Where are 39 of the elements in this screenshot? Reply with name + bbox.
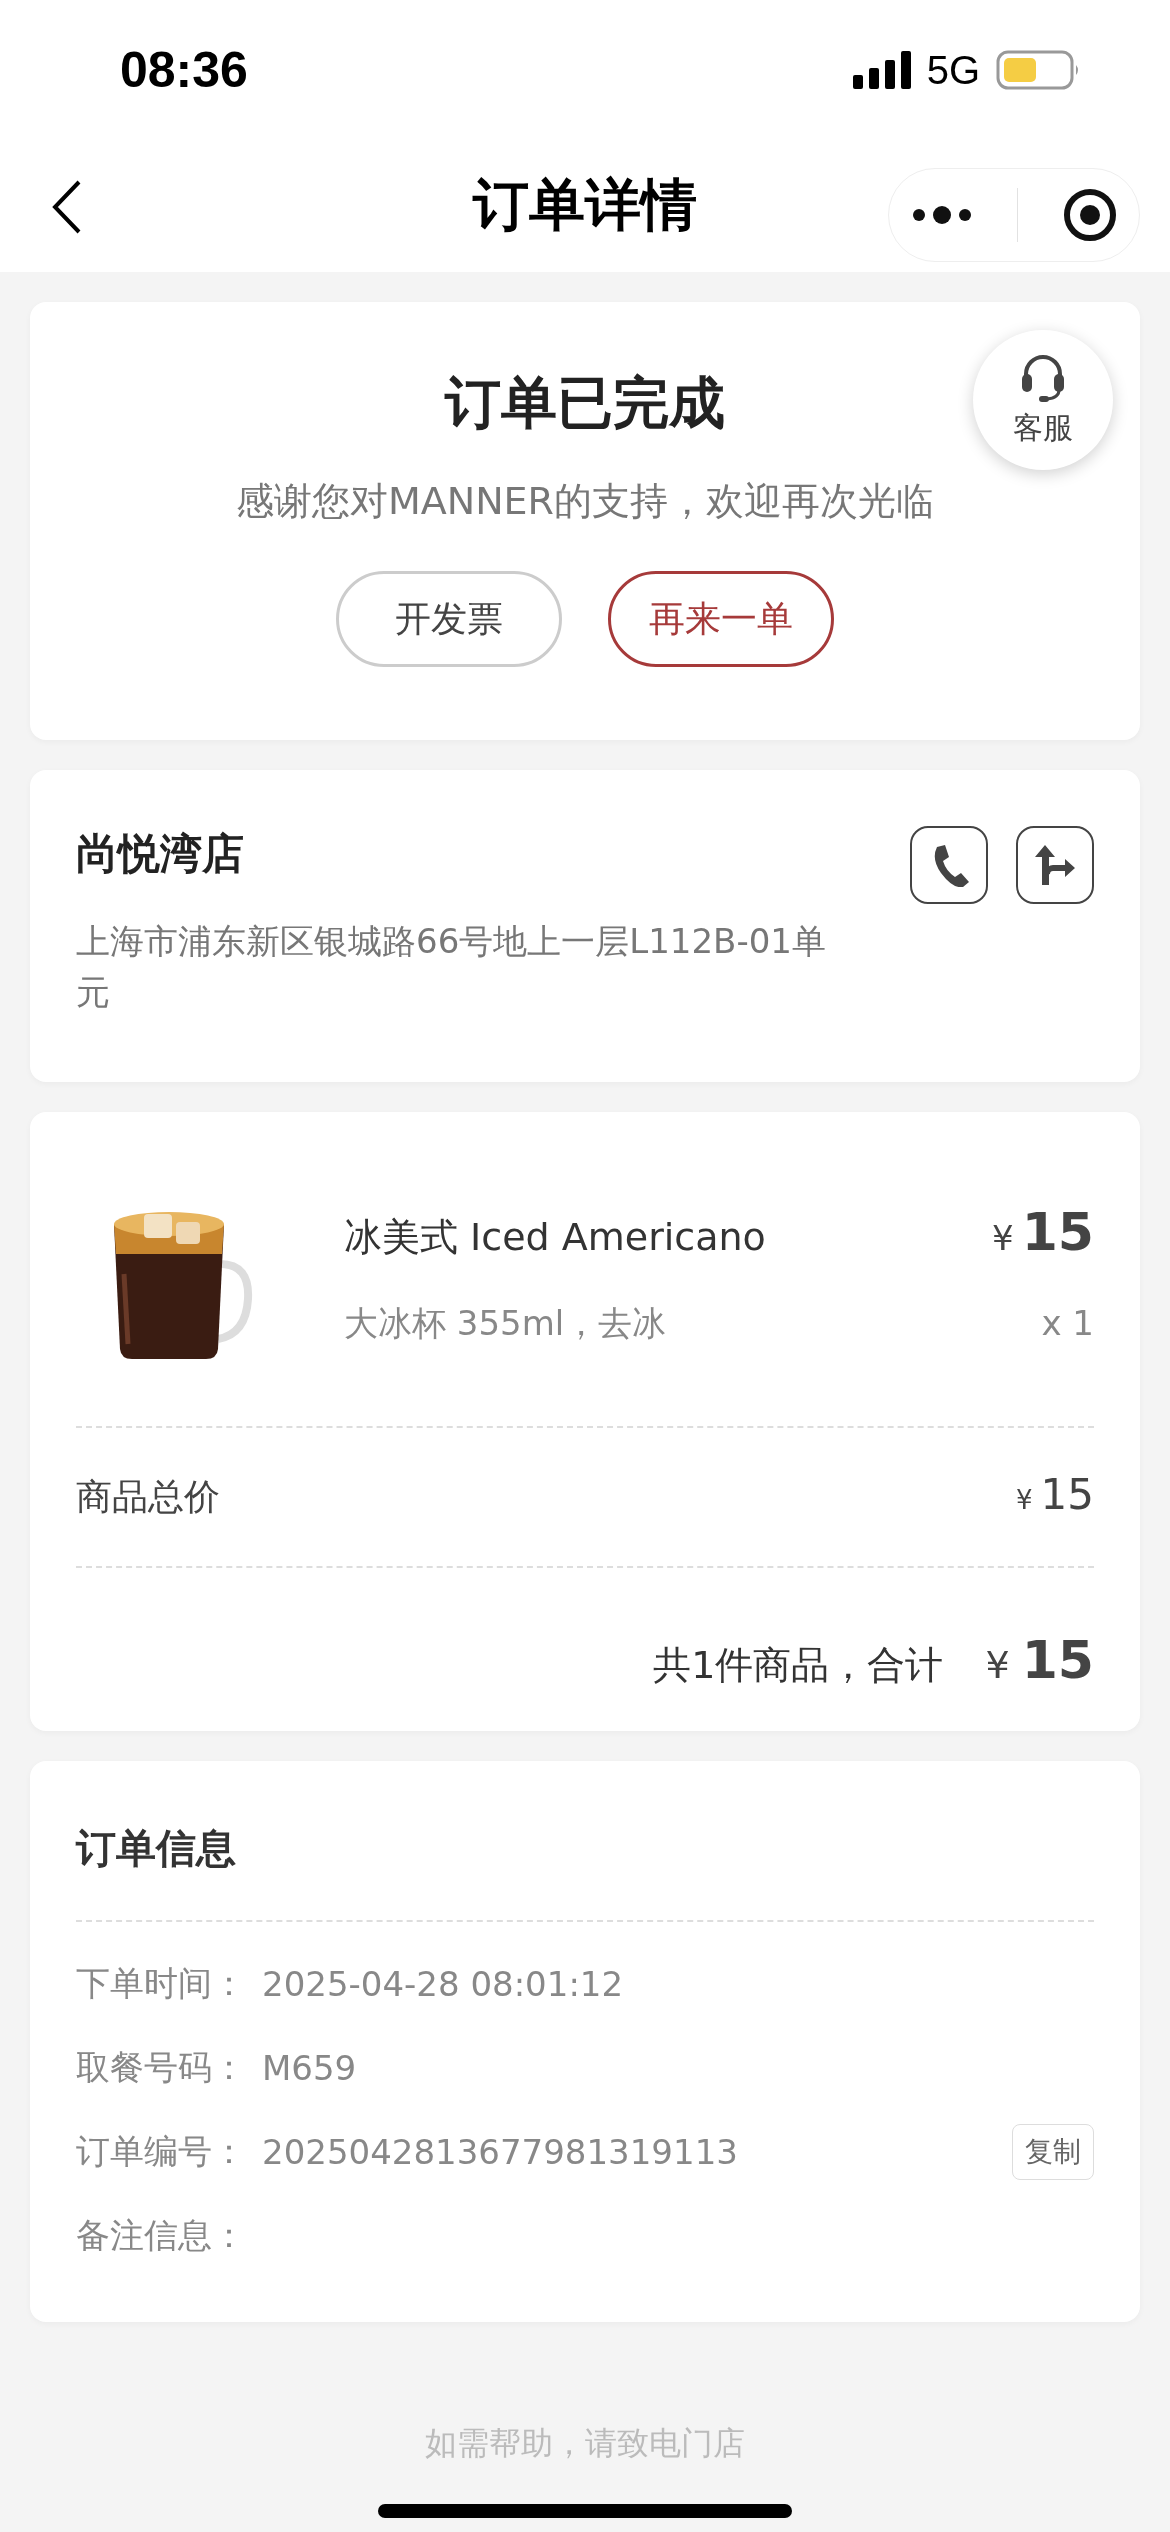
store-address: 上海市浦东新区银城路66号地上一层L112B-01单元 xyxy=(76,920,827,1014)
info-label: 取餐号码： xyxy=(76,2046,247,2089)
directions-button[interactable] xyxy=(1016,826,1094,904)
product-price: 15 xyxy=(1021,1202,1094,1262)
subtotal-label: 商品总价 xyxy=(76,1475,220,1519)
info-label: 订单编号： xyxy=(76,2130,247,2173)
more-icon[interactable] xyxy=(911,205,972,225)
total-label: 共1件商品，合计 xyxy=(653,1642,944,1689)
support-button[interactable]: 客服 xyxy=(973,330,1113,470)
store-name: 尚悦湾店 xyxy=(76,828,245,880)
signal-icon xyxy=(852,51,911,89)
info-value: 2025-04-28 08:01:12 xyxy=(262,1964,625,2004)
order-status: 订单已完成 xyxy=(445,369,725,437)
back-icon[interactable] xyxy=(52,180,82,234)
product-name: 冰美式 Iced Americano xyxy=(344,1214,766,1261)
currency-symbol: ¥ xyxy=(992,1218,1014,1258)
total-value: 15 xyxy=(1021,1630,1094,1690)
currency-symbol: ¥ xyxy=(1016,1485,1033,1515)
page-title: 订单详情 xyxy=(473,171,697,239)
status-time: 08:36 xyxy=(120,41,248,99)
info-label: 下单时间： xyxy=(76,1962,247,2005)
subtotal-value: 15 xyxy=(1040,1470,1094,1519)
info-value: 2025042813677981319113 xyxy=(262,2132,739,2172)
help-note: 如需帮助，请致电门店 xyxy=(424,2423,746,2464)
thanks-message: 感谢您对MANNER的支持，欢迎再次光临 xyxy=(235,478,934,525)
network-label: 5G xyxy=(926,47,980,93)
product-quantity: x 1 xyxy=(1041,1303,1094,1343)
battery-icon xyxy=(996,50,1080,90)
reorder-button[interactable]: 再来一单 xyxy=(608,571,834,667)
call-button[interactable] xyxy=(910,826,988,904)
product-options: 大冰杯 355ml，去冰 xyxy=(344,1301,667,1347)
info-label: 备注信息： xyxy=(76,2214,247,2257)
invoice-button[interactable]: 开发票 xyxy=(336,571,562,667)
copy-button[interactable]: 复制 xyxy=(1012,2124,1094,2180)
close-icon[interactable] xyxy=(1062,188,1117,242)
currency-symbol: ¥ xyxy=(985,1643,1010,1687)
turn-arrow-icon xyxy=(1033,843,1077,887)
section-title: 订单信息 xyxy=(76,1824,237,1873)
info-value: M659 xyxy=(262,2048,358,2088)
